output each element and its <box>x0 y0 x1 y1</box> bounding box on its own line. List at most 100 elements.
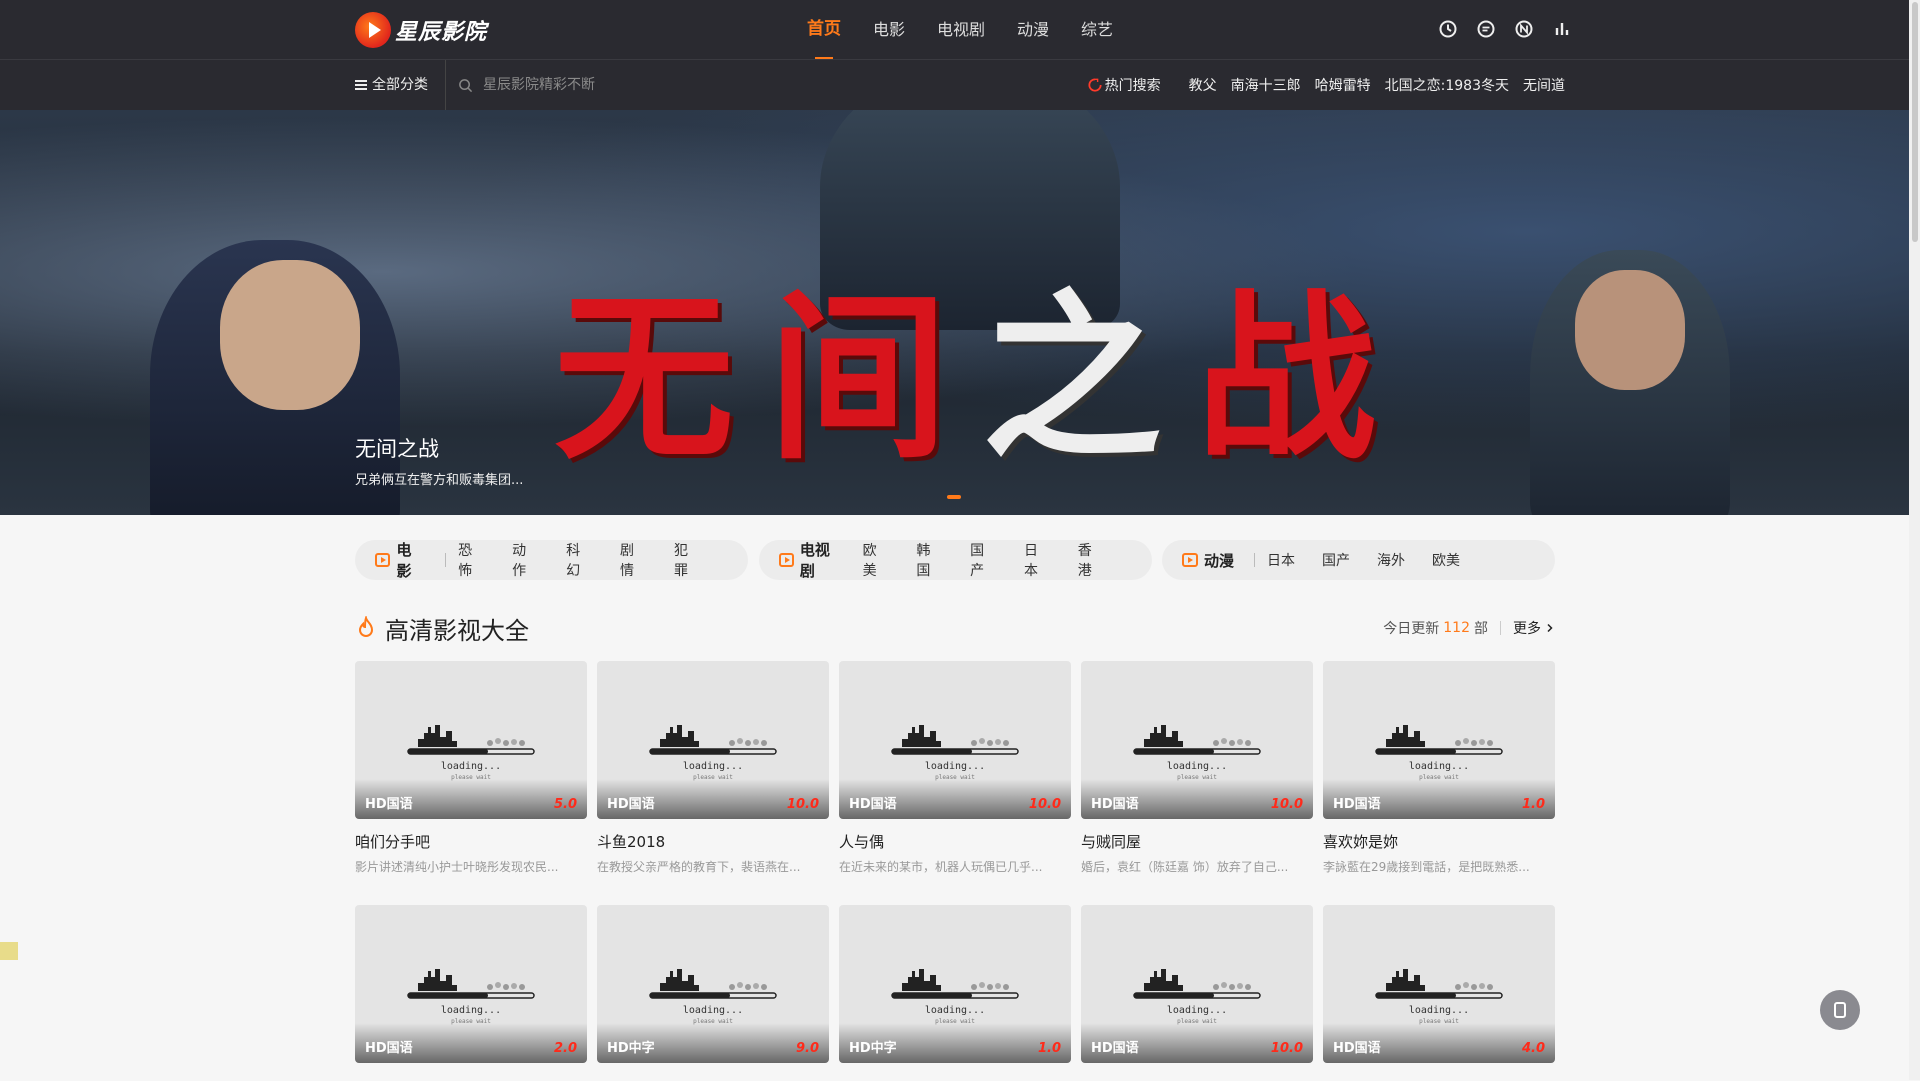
nav-item-tv[interactable]: 电视剧 <box>937 0 985 59</box>
movie-score: 10.0 <box>1270 1041 1303 1056</box>
header-icons <box>1420 19 1572 39</box>
title-art-char: 无 <box>553 275 734 484</box>
movie-card[interactable]: loading... please wait HD国语 2.0 <box>355 905 587 1081</box>
quality-tag: HD中字 <box>849 1041 897 1056</box>
scrollbar-thumb[interactable] <box>1912 2 1918 242</box>
movie-card[interactable]: loading... please wait HD国语 10.0 与贼同屋 婚后，袁红（陈… <box>1081 661 1313 875</box>
loading-text: loading... <box>683 761 743 772</box>
movie-score: 10.0 <box>1028 797 1061 812</box>
movie-poster[interactable]: loading... please wait HD国语 1.0 <box>1323 661 1555 819</box>
loading-placeholder-icon: loading...please wait <box>1133 725 1261 781</box>
hot-keyword[interactable]: 教父 <box>1189 75 1217 95</box>
movie-title[interactable]: 咱们分手吧 <box>355 831 587 852</box>
category-sub[interactable]: 科幻 <box>566 540 593 580</box>
site-logo[interactable]: 星辰影院 <box>355 10 487 50</box>
category-sub[interactable]: 国产 <box>1322 550 1350 570</box>
category-sub[interactable]: 犯罪 <box>674 540 701 580</box>
movie-poster[interactable]: loading... please wait HD国语 10.0 <box>839 661 1071 819</box>
nav-item-variety[interactable]: 综艺 <box>1081 0 1113 59</box>
loading-text: loading... <box>1167 1005 1227 1016</box>
category-head[interactable]: 电视剧 <box>778 539 843 581</box>
hot-icon <box>1088 78 1102 92</box>
movie-card[interactable]: loading... please wait HD国语 5.0 咱们分手吧 影片讲述清纯小… <box>355 661 587 875</box>
divider <box>445 60 446 110</box>
quality-tag: HD国语 <box>365 1041 413 1056</box>
category-sub[interactable]: 香港 <box>1078 540 1105 580</box>
category-sub[interactable]: 日本 <box>1267 550 1295 570</box>
movie-poster[interactable]: loading... please wait HD国语 5.0 <box>355 661 587 819</box>
movie-card[interactable]: loading... please wait HD国语 10.0 斗鱼2018 在教授父亲… <box>597 661 829 875</box>
movie-card[interactable]: loading... please wait HD国语 10.0 <box>1081 905 1313 1081</box>
quality-tag: HD国语 <box>1333 1041 1381 1056</box>
category-bar-tv: 电视剧 欧美 韩国 国产 日本 香港 <box>758 539 1152 581</box>
movie-card[interactable]: loading... please wait HD国语 10.0 人与偶 在近未来的某市，… <box>839 661 1071 875</box>
title-art-char: 之 <box>981 275 1162 484</box>
loading-text: loading... <box>1409 761 1469 772</box>
movie-poster[interactable]: loading... please wait HD中字 1.0 <box>839 905 1071 1063</box>
hot-keyword[interactable]: 无间道 <box>1523 75 1565 95</box>
category-sub[interactable]: 恐怖 <box>458 540 485 580</box>
quality-tag: HD国语 <box>1333 797 1381 812</box>
hot-search-label: 热门搜索 <box>1088 75 1161 95</box>
nav-item-anime[interactable]: 动漫 <box>1017 0 1049 59</box>
loading-text: loading... <box>683 1005 743 1016</box>
movie-poster[interactable]: loading... please wait HD国语 10.0 <box>1081 905 1313 1063</box>
movie-title[interactable]: 喜欢妳是妳 <box>1323 831 1555 852</box>
movie-poster[interactable]: loading... please wait HD国语 4.0 <box>1323 905 1555 1063</box>
message-icon[interactable] <box>1476 19 1496 39</box>
play-logo-icon <box>355 12 391 48</box>
movie-score: 10.0 <box>786 797 819 812</box>
main-nav: 首页 电影 电视剧 动漫 综艺 <box>807 0 1145 59</box>
hero-banner[interactable]: 无 间 之 战 无间之战 兄弟俩互在警方和贩毒集团... <box>0 110 1909 515</box>
hot-search-text: 热门搜索 <box>1104 78 1161 94</box>
loading-placeholder-icon: loading...please wait <box>891 725 1019 781</box>
category-sub[interactable]: 欧美 <box>863 540 890 580</box>
movie-desc: 婚后，袁红（陈廷嘉 饰）放弃了自己... <box>1081 860 1289 874</box>
nav-item-home[interactable]: 首页 <box>807 0 841 59</box>
category-sub[interactable]: 剧情 <box>620 540 647 580</box>
movie-poster[interactable]: loading... please wait HD国语 10.0 <box>1081 661 1313 819</box>
movie-card[interactable]: loading... please wait HD国语 4.0 <box>1323 905 1555 1081</box>
loading-placeholder-icon: loading...please wait <box>649 969 777 1025</box>
chevron-right-icon <box>1547 623 1553 633</box>
movie-card[interactable]: loading... please wait HD中字 9.0 <box>597 905 829 1081</box>
loading-text: loading... <box>925 1005 985 1016</box>
movie-title[interactable]: 人与偶 <box>839 831 1071 852</box>
movie-title[interactable]: 与贼同屋 <box>1081 831 1313 852</box>
nav-item-movies[interactable]: 电影 <box>873 0 905 59</box>
movie-card[interactable]: loading... please wait HD国语 1.0 喜欢妳是妳 李詠藍在29歲… <box>1323 661 1555 875</box>
mobile-app-button[interactable] <box>1820 990 1860 1030</box>
category-head[interactable]: 电影 <box>375 539 425 581</box>
side-tab[interactable] <box>0 942 18 960</box>
category-sub[interactable]: 海外 <box>1377 550 1405 570</box>
search-icon[interactable] <box>458 78 473 93</box>
movie-poster[interactable]: loading... please wait HD国语 2.0 <box>355 905 587 1063</box>
flame-icon <box>358 616 374 637</box>
n-circle-icon[interactable] <box>1514 19 1534 39</box>
quality-tag: HD国语 <box>1091 797 1139 812</box>
category-sub[interactable]: 欧美 <box>1432 550 1460 570</box>
banner-title[interactable]: 无间之战 <box>355 433 523 463</box>
more-link[interactable]: 更多 <box>1513 618 1555 638</box>
scrollbar[interactable] <box>1909 0 1920 1080</box>
hot-keyword[interactable]: 哈姆雷特 <box>1315 75 1371 95</box>
category-sub[interactable]: 日本 <box>1024 540 1051 580</box>
hot-keyword[interactable]: 南海十三郎 <box>1231 75 1301 95</box>
category-sub[interactable]: 动作 <box>512 540 539 580</box>
movie-card[interactable]: loading... please wait HD中字 1.0 <box>839 905 1071 1081</box>
category-sub[interactable]: 韩国 <box>916 540 943 580</box>
chart-icon[interactable] <box>1552 19 1572 39</box>
carousel-indicator[interactable] <box>947 495 961 499</box>
category-head[interactable]: 动漫 <box>1182 550 1234 571</box>
movie-poster[interactable]: loading... please wait HD中字 9.0 <box>597 905 829 1063</box>
all-categories-button[interactable]: 全部分类 <box>355 60 428 110</box>
loading-text: loading... <box>441 761 501 772</box>
movie-title[interactable]: 斗鱼2018 <box>597 831 829 852</box>
hot-keyword[interactable]: 北国之恋:1983冬天 <box>1385 75 1509 95</box>
movie-poster[interactable]: loading... please wait HD国语 10.0 <box>597 661 829 819</box>
loading-text: loading... <box>1167 761 1227 772</box>
today-update-suffix: 部 <box>1474 621 1488 637</box>
clock-icon[interactable] <box>1438 19 1458 39</box>
category-sub[interactable]: 国产 <box>970 540 997 580</box>
search-input[interactable] <box>481 76 785 94</box>
